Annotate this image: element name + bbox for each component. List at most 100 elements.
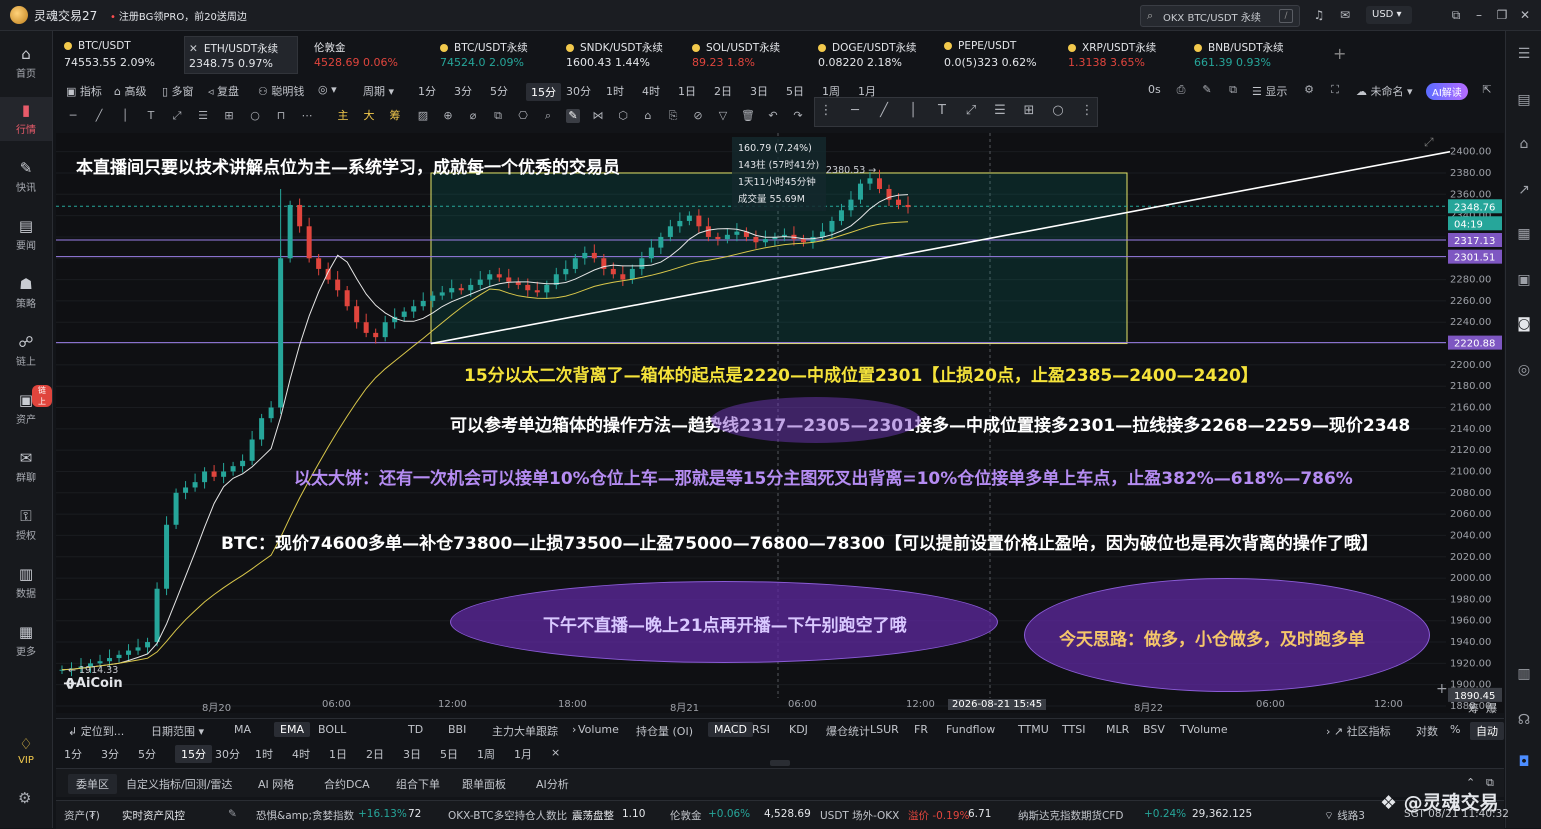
edit-icon[interactable]: ✎ [228,808,237,820]
timeframe-4时[interactable]: 4时 [642,83,660,99]
axis-button-0[interactable]: 筹 [1468,700,1479,716]
ticker-2[interactable]: 伦敦金 4528.69 0.06% [314,36,432,72]
float-tool-9[interactable]: ⋮ [1080,104,1094,118]
sub-indicator-TTMU[interactable]: TTMU [1018,723,1049,736]
main-indicator-主力大单跟踪[interactable]: 主力大单跟踪 [492,723,558,739]
ticker-5[interactable]: SOL/USDT永续 89.23 1.8% [692,36,810,72]
axis-button-1[interactable]: 爆 [1486,700,1497,716]
tf-4时[interactable]: 4时 [292,746,310,762]
main-indicator-BBI[interactable]: BBI [448,723,466,736]
panel-tab-5[interactable]: 跟单面板 [462,776,506,792]
panel-tab-4[interactable]: 组合下单 [396,776,440,792]
edit-tool-11[interactable]: ⊘ [691,109,705,123]
ticker-8[interactable]: XRP/USDT永续 1.3138 3.65% [1068,36,1186,72]
edit-tool-15[interactable]: ↷ [791,109,805,123]
sub-indicator-RSI[interactable]: RSI [752,723,770,736]
panel-tab-2[interactable]: AI 网格 [258,776,294,792]
log-scale[interactable]: 对数 [1416,723,1438,739]
percent-scale[interactable]: % [1450,723,1460,736]
close-icon[interactable]: ✕ [1518,8,1532,22]
timeframe-2日[interactable]: 2日 [714,83,732,99]
draw-tool-2[interactable]: │ [118,109,132,123]
fullscreen-icon[interactable]: ⛶ [1328,83,1342,97]
chart-expand-icon[interactable]: ⤢ [1424,135,1434,150]
tf-2日[interactable]: 2日 [366,746,384,762]
tf-3分[interactable]: 3分 [101,746,119,762]
edit-tool-6[interactable]: ✎ [566,109,580,123]
tf-5日[interactable]: 5日 [440,746,458,762]
maximize-icon[interactable]: ❐ [1495,8,1509,22]
float-tool-6[interactable]: ☰ [993,104,1007,118]
edit-tool-12[interactable]: ▽ [716,109,730,123]
tf-5分[interactable]: 5分 [138,746,156,762]
coin-icon[interactable]: ⌂ [1515,135,1533,153]
tf-3日[interactable]: 3日 [403,746,421,762]
toolbar-0[interactable]: ▣ 指标 [66,83,102,99]
timeframe-1分[interactable]: 1分 [418,83,436,99]
draw-tool-4[interactable]: ⤢ [170,109,184,123]
edit-tool-13[interactable]: 🗑 [741,109,755,123]
toolbar-5[interactable]: 周期 ▾ [363,83,394,99]
add-ticker-icon[interactable]: + [1333,44,1346,63]
panel-resize-handle[interactable] [770,760,790,766]
notice-banner[interactable]: • 注册BG领PRO，前20送周边 [110,8,247,23]
sidebar-item-2[interactable]: ✎ 快讯 [0,155,52,199]
main-indicator-BOLL[interactable]: BOLL [318,723,346,736]
search-input[interactable]: OKX BTC/USDT 永续 [1163,9,1261,24]
timeframe-3分[interactable]: 3分 [454,83,472,99]
sidebar-item-8[interactable]: ⚿ 授权 [0,503,52,547]
timeframe-5分[interactable]: 5分 [490,83,508,99]
edit-tool-8[interactable]: ⬡ [616,109,630,123]
pencil-icon[interactable]: ✎ [1200,83,1214,97]
edit-tool-0[interactable]: ▨ [416,109,430,123]
draw-tool-3[interactable]: T [144,109,158,123]
draw-tool-0[interactable]: ─ [66,109,80,123]
float-tool-4[interactable]: T [935,104,949,118]
float-tool-0[interactable]: ⋮ [819,104,833,118]
note-icon[interactable]: ▤ [1515,91,1533,109]
sub-indicator-FR[interactable]: FR [914,723,928,736]
external-icon[interactable]: ⧉ [1449,8,1463,22]
ticker-9[interactable]: BNB/USDT永续 661.39 0.93% [1194,36,1312,72]
ticker-6[interactable]: DOGE/USDT永续 0.08220 2.18% [818,36,936,72]
line-label[interactable]: ⌔ 线路3 [1324,808,1365,823]
edit-tool-1[interactable]: ⊕ [441,109,455,123]
indicator-dropdown[interactable]: ◎ ▾ [318,83,337,96]
sidebar-item-4[interactable]: ☗ 策略 [0,271,52,315]
ai-button[interactable]: AI解读 [1426,83,1468,100]
main-indicator-MA[interactable]: MA [234,723,251,736]
draw-tool-1[interactable]: ╱ [92,109,106,123]
draw-tool-9[interactable]: ⋯ [300,109,314,123]
draw-tool-text-2[interactable]: 筹 [388,109,402,123]
edit-tool-9[interactable]: ⌂ [641,109,655,123]
toolbar-3[interactable]: ◃ 复盘 [208,83,239,99]
sidebar-item-11[interactable]: ♢ VIP [0,731,52,775]
tf-1月[interactable]: 1月 [514,746,532,762]
tf-1日[interactable]: 1日 [329,746,347,762]
sidebar-item-0[interactable]: ⌂ 首页 [0,41,52,85]
mail-icon[interactable]: ✉ [1338,8,1352,22]
sub-indicator-MACD[interactable]: MACD [708,722,753,737]
float-tool-2[interactable]: ╱ [877,104,891,118]
timeframe-30分[interactable]: 30分 [566,83,591,99]
sidebar-item-1[interactable]: ▮ 行情 [0,97,52,141]
community-indicators[interactable]: › ↗ 社区指标 [1326,723,1391,739]
display-button[interactable]: ☰ 显示 [1252,83,1287,99]
panel-tab-6[interactable]: AI分析 [536,776,569,792]
timeframe-3日[interactable]: 3日 [750,83,768,99]
toolbar-4[interactable]: ⚇ 聪明钱 [258,83,304,99]
currency-select[interactable]: USD ▾ [1366,6,1412,24]
list-icon[interactable]: ☰ [1515,45,1533,63]
date-range-button[interactable]: 日期范围 ▾ [151,723,204,739]
tf-30分[interactable]: 30分 [215,746,240,762]
float-tool-7[interactable]: ⊞ [1022,104,1036,118]
trend-icon[interactable]: ↗ [1515,181,1533,199]
camera-icon[interactable]: ⎙ [1174,83,1188,97]
panel-tab-1[interactable]: 自定义指标/回测/雷达 [126,776,232,792]
edit-tool-7[interactable]: ⋈ [591,109,605,123]
chart-add-icon[interactable]: + [1436,681,1448,697]
edit-tool-5[interactable]: ⌕ [541,109,555,123]
draw-tool-7[interactable]: ○ [248,109,262,123]
panel-tab-3[interactable]: 合约DCA [324,776,370,792]
float-tool-8[interactable]: ○ [1051,104,1065,118]
